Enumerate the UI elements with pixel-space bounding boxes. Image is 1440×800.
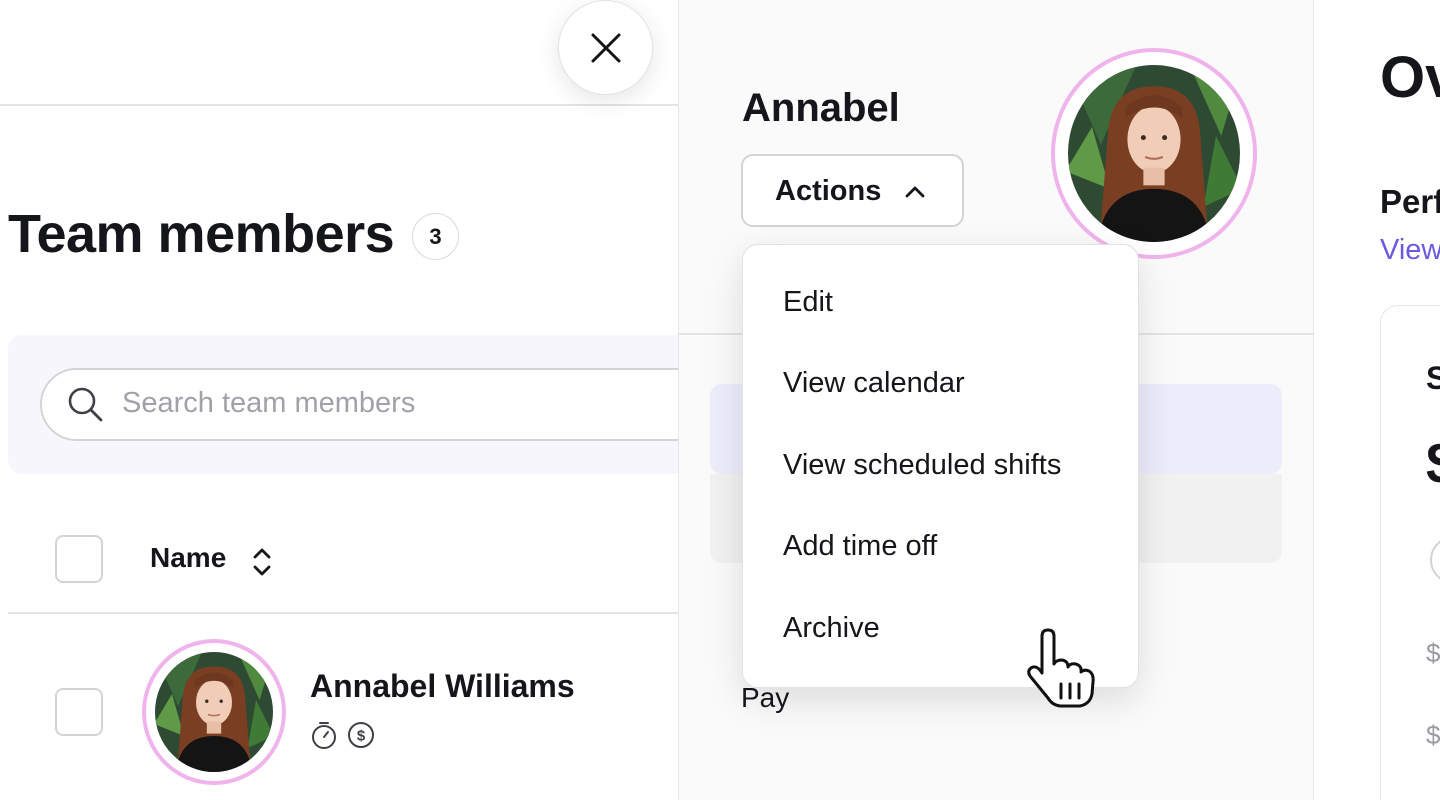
stats-row-value: $ <box>1426 720 1440 750</box>
menu-item-add-time-off[interactable]: Add time off <box>783 530 937 563</box>
chevron-up-icon <box>905 186 925 198</box>
close-button[interactable] <box>558 0 653 95</box>
stats-row-value: $ <box>1426 638 1440 668</box>
menu-item-edit[interactable]: Edit <box>783 286 833 319</box>
hand-cursor-icon <box>1027 628 1095 708</box>
stats-card-label: S <box>1426 360 1440 396</box>
profile-avatar-photo <box>1068 65 1240 242</box>
overview-panel: Ov Perf View S $ $ $ <box>1314 0 1440 800</box>
member-count-badge: 3 <box>412 213 459 260</box>
select-all-checkbox[interactable] <box>55 535 103 583</box>
menu-item-archive[interactable]: Archive <box>783 612 880 645</box>
profile-avatar[interactable] <box>1051 48 1257 259</box>
table-header-divider <box>8 612 678 614</box>
menu-item-view-calendar[interactable]: View calendar <box>783 367 965 400</box>
team-members-panel: Team members 3 Search team members Name <box>0 0 678 800</box>
avatar-photo <box>155 652 273 772</box>
avatar[interactable] <box>142 639 286 785</box>
dollar-icon: $ <box>348 722 374 748</box>
overview-title: Ov <box>1380 45 1440 110</box>
actions-dropdown-menu: Edit View calendar View scheduled shifts… <box>742 244 1139 688</box>
profile-name: Annabel <box>742 86 900 130</box>
row-checkbox[interactable] <box>55 688 103 736</box>
search-icon <box>68 387 103 422</box>
sort-icon[interactable] <box>248 544 276 580</box>
search-placeholder: Search team members <box>122 387 416 419</box>
stats-card-value: $ <box>1426 430 1440 497</box>
view-link[interactable]: View <box>1380 234 1440 267</box>
member-name[interactable]: Annabel Williams <box>310 668 575 705</box>
actions-button[interactable]: Actions <box>741 154 964 227</box>
header-divider <box>0 104 678 106</box>
name-column-header[interactable]: Name <box>150 542 226 574</box>
svg-text:$: $ <box>357 728 366 745</box>
menu-item-view-scheduled-shifts[interactable]: View scheduled shifts <box>783 449 1061 482</box>
page-title: Team members <box>8 204 395 264</box>
timer-icon <box>312 722 336 749</box>
performance-heading: Perf <box>1380 183 1440 220</box>
actions-label: Actions <box>775 175 882 207</box>
close-icon <box>591 33 620 62</box>
